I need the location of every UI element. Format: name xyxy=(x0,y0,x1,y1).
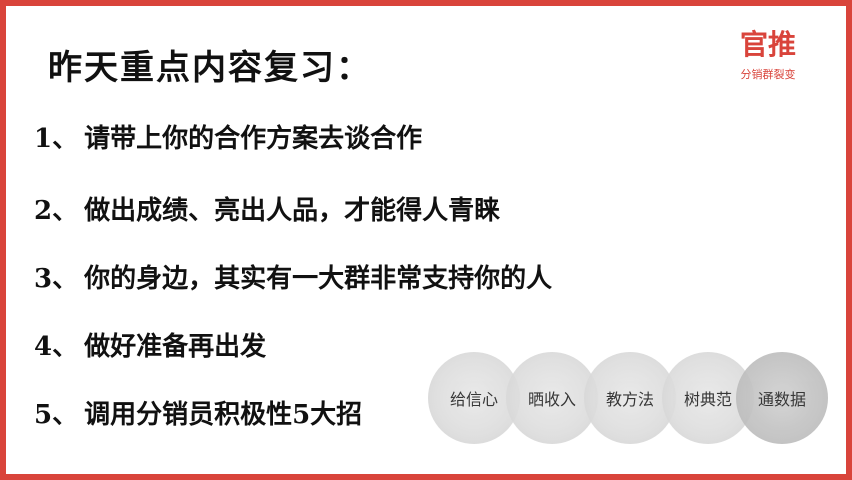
tip-circle: 通数据 xyxy=(736,352,828,444)
list-item: 4、 做好准备再出发 xyxy=(34,326,266,363)
item-number: 1、 xyxy=(34,124,79,154)
item-number: 3、 xyxy=(34,264,79,294)
item-number: 4、 xyxy=(34,332,79,362)
list-item: 2、 做出成绩、亮出人品，才能得人青睐 xyxy=(34,190,500,227)
item-text: 请带上你的合作方案去谈合作 xyxy=(84,124,423,154)
item-text: 你的身边，其实有一大群非常支持你的人 xyxy=(84,264,553,294)
logo-main-text: 官推 xyxy=(739,28,796,61)
item-text: 做好准备再出发 xyxy=(84,332,267,362)
list-item: 1、 请带上你的合作方案去谈合作 xyxy=(34,118,422,155)
item-number: 2、 xyxy=(34,196,79,226)
list-item: 5、 调用分销员积极性5大招 xyxy=(34,394,362,431)
list-item: 3、 你的身边，其实有一大群非常支持你的人 xyxy=(34,258,552,295)
item-text: 调用分销员积极性5大招 xyxy=(84,400,363,430)
item-text: 做出成绩、亮出人品，才能得人青睐 xyxy=(84,196,501,226)
logo-sub-text: 分销群裂变 xyxy=(740,68,796,81)
slide-title: 昨天重点内容复习： xyxy=(48,48,372,88)
item-number: 5、 xyxy=(34,400,79,430)
brand-logo: 官推 分销群裂变 xyxy=(728,30,808,82)
tips-circles: 给信心 晒收入 教方法 树典范 通数据 xyxy=(428,352,828,462)
